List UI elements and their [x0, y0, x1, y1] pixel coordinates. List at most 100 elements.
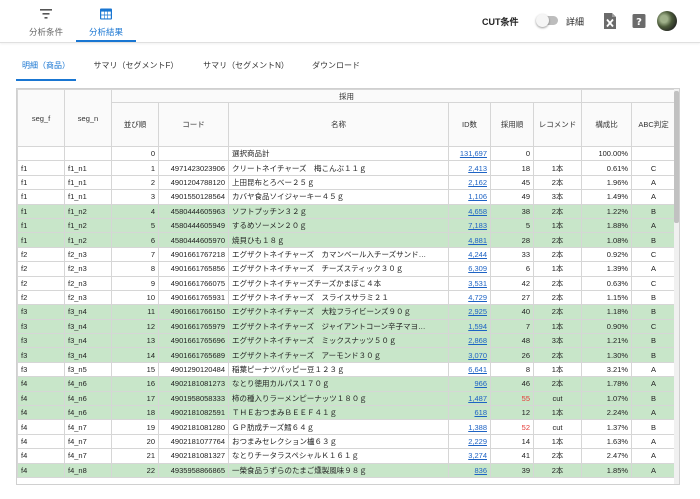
table-row[interactable]: f1 f1_n1 2 4901204788120 上田昆布とろべー２５ｇ 2,162 45 2…	[17, 174, 677, 191]
table-row[interactable]: f3 f3_n4 12 4901661765979 エグザクトネイチャーズ ジャイアント…	[17, 318, 677, 335]
cell-id-count[interactable]: 4,729	[448, 289, 491, 306]
table-row[interactable]: 0 選択商品計 131,697 0 100.00%	[17, 145, 677, 162]
table-row[interactable]: f4 f4_n8 22 4935958866865 一榮食品うずらのたまご燻製風味９８ｇ…	[17, 462, 677, 478]
cell-id-count[interactable]: 2,925	[448, 304, 491, 320]
cell-recommend: cut	[532, 419, 583, 435]
cell-id-count[interactable]: 3,531	[448, 275, 491, 291]
help-icon[interactable]: ?	[632, 12, 646, 30]
col-header-seg-f[interactable]: seg_f	[17, 89, 65, 147]
cell-order: 5	[111, 217, 159, 234]
cell-abc: C	[631, 246, 677, 263]
cell-ratio: 3.21%	[581, 361, 633, 378]
cell-name: ＴＨＥおつまみＢＥＥＦ４１ｇ	[228, 405, 449, 421]
cell-order: 20	[111, 433, 159, 450]
subtab-summary-segment-f[interactable]: サマリ（セグメントF）	[86, 55, 186, 81]
cell-adoption-rank: 0	[490, 145, 534, 162]
cell-seg-f: f1	[17, 189, 65, 205]
table-row[interactable]: f4 f4_n6 17 4901958058333 柿の種入りラーメンピーナッツ１８０ｇ…	[17, 390, 677, 407]
table-row[interactable]: f4 f4_n7 19 4902181081280 ＧＰ肪成チーズ鱈６４ｇ 1,388 52…	[17, 419, 677, 435]
col-header-recommend[interactable]: レコメンド	[532, 102, 583, 147]
cell-recommend: 2本	[532, 174, 583, 191]
col-header-order[interactable]: 並び順	[111, 102, 159, 147]
cell-abc: B	[631, 289, 677, 306]
cell-ratio: 0.61%	[581, 160, 633, 176]
col-header-id-count[interactable]: ID数	[448, 102, 491, 147]
cell-name: なとりチータラスペシャルＫ１６１ｇ	[228, 448, 449, 464]
cell-name: クリートネイチャーズ 梅こんぶ１１ｇ	[228, 160, 449, 176]
cell-id-count[interactable]: 618	[448, 405, 491, 421]
cell-id-count[interactable]: 6,309	[448, 261, 491, 277]
table-row[interactable]: f2 f2_n3 10 4901661765931 エグザクトネイチャーズ スライスサラ…	[17, 289, 677, 306]
table-row[interactable]: f2 f2_n3 7 4901661767218 エグザクトネイチャーズ カマンベール入…	[17, 246, 677, 263]
cell-code: 4902181081280	[158, 419, 229, 435]
table-row[interactable]: f1 f1_n1 3 4901550128564 カバヤ食品ソイジャーキー４５ｇ 1,10…	[17, 189, 677, 205]
cell-ratio: 1.21%	[581, 333, 633, 349]
col-header-ratio[interactable]: 構成比	[581, 102, 633, 147]
cell-id-count[interactable]: 1,106	[448, 189, 491, 205]
col-header-seg-n[interactable]: seg_n	[64, 89, 112, 147]
cell-order: 12	[111, 318, 159, 335]
cell-id-count[interactable]: 2,868	[448, 333, 491, 349]
cell-seg-n: f1_n1	[64, 160, 112, 176]
subtab-download[interactable]: ダウンロード	[306, 55, 366, 81]
cell-ratio: 1.22%	[581, 203, 633, 219]
cell-id-count[interactable]: 1,487	[448, 390, 491, 407]
table-row[interactable]: f2 f2_n3 8 4901661765856 エグザクトネイチャーズ チーズスティッ…	[17, 261, 677, 277]
nav-tab-conditions[interactable]: 分析条件	[16, 0, 76, 42]
cell-id-count[interactable]: 6,641	[448, 361, 491, 378]
col-header-code[interactable]: コード	[158, 102, 229, 147]
cell-id-count[interactable]: 2,162	[448, 174, 491, 191]
cell-code: 4902181077764	[158, 433, 229, 450]
table-row[interactable]: f4 f4_n7 20 4902181077764 おつまみセレクション櫨６３ｇ 2,22…	[17, 433, 677, 450]
cell-id-count[interactable]: 131,697	[448, 145, 491, 162]
cell-order: 9	[111, 275, 159, 291]
col-header-abc[interactable]: ABC判定	[631, 102, 677, 147]
table-row[interactable]: f4 f4_n7 21 4902181081327 なとりチータラスペシャルＫ１６１ｇ 3…	[17, 448, 677, 464]
table-row[interactable]: f1 f1_n2 6 4580444605970 焼貝ひも１８ｇ 4,881 28 2本 1.0…	[17, 232, 677, 248]
cell-seg-f: f2	[17, 261, 65, 277]
cell-id-count[interactable]: 836	[448, 462, 491, 478]
vertical-scrollbar[interactable]	[674, 89, 679, 484]
cell-id-count[interactable]: 7,183	[448, 217, 491, 234]
cell-seg-n: f4_n8	[64, 462, 112, 478]
table-row[interactable]: f3 f3_n4 14 4901661765689 エグザクトネイチャーズ アーモンド３…	[17, 347, 677, 363]
cell-id-count[interactable]: 2,413	[448, 160, 491, 176]
cell-order: 21	[111, 448, 159, 464]
subtab-detail-products[interactable]: 明細（商品）	[16, 55, 76, 81]
table-row[interactable]: f4 f4_n6 18 4902181082591 ＴＨＥおつまみＢＥＥＦ４１ｇ 618 1…	[17, 405, 677, 421]
col-header-adoption-rank[interactable]: 採用順	[490, 102, 534, 147]
table-row[interactable]: f3 f3_n5 15 4901290120484 稲葉ピーナツパッピー豆１２３ｇ 6,6…	[17, 361, 677, 378]
table-row[interactable]: f3 f3_n4 13 4901661765696 エグザクトネイチャーズ ミックスナッ…	[17, 333, 677, 349]
scrollbar-thumb[interactable]	[674, 91, 679, 223]
table-row[interactable]: f1 f1_n2 5 4580444605949 するめソーメン２０ｇ 7,183 5 1本 1…	[17, 217, 677, 234]
cell-adoption-rank: 27	[490, 289, 534, 306]
cell-id-count[interactable]: 4,244	[448, 246, 491, 263]
nav-tab-results[interactable]: 分析結果	[76, 0, 136, 42]
table-row[interactable]: f2 f2_n3 9 4901661766075 エグザクトネイチャーズチーズかまぼこ４…	[17, 275, 677, 291]
cell-id-count[interactable]: 1,388	[448, 419, 491, 435]
cell-adoption-rank: 42	[490, 275, 534, 291]
cell-id-count[interactable]: 966	[448, 376, 491, 392]
user-avatar[interactable]	[657, 11, 677, 31]
table-row[interactable]: f4 f4_n6 16 4902181081273 なとり徳用カルパス１７０ｇ 966 46…	[17, 376, 677, 392]
cell-seg-n: f4_n7	[64, 433, 112, 450]
cell-id-count[interactable]: 2,229	[448, 433, 491, 450]
cell-seg-f: f3	[17, 304, 65, 320]
cell-id-count[interactable]: 4,658	[448, 203, 491, 219]
cell-code: 4901958058333	[158, 390, 229, 407]
detail-toggle[interactable]	[536, 14, 558, 27]
excel-download-icon[interactable]	[603, 12, 617, 30]
cut-condition-label: CUT条件	[482, 17, 519, 27]
table-row[interactable]: f1 f1_n2 4 4580444605963 ソフトプッチン３２ｇ 4,658 38 2本…	[17, 203, 677, 219]
col-header-name[interactable]: 名称	[228, 102, 449, 147]
cell-id-count[interactable]: 1,594	[448, 318, 491, 335]
cell-id-count[interactable]: 3,274	[448, 448, 491, 464]
subtab-summary-segment-n[interactable]: サマリ（セグメントN）	[196, 55, 296, 81]
cell-order: 18	[111, 405, 159, 421]
cell-name: ＧＰ肪成チーズ鱈６４ｇ	[228, 419, 449, 435]
table-row[interactable]: f1 f1_n1 1 4971423023906 クリートネイチャーズ 梅こんぶ１１ｇ 2…	[17, 160, 677, 176]
cell-id-count[interactable]: 3,070	[448, 347, 491, 363]
cell-ratio: 0.92%	[581, 246, 633, 263]
table-row[interactable]: f3 f3_n4 11 4901661766150 エグザクトネイチャーズ 大粒フライビ…	[17, 304, 677, 320]
cell-id-count[interactable]: 4,881	[448, 232, 491, 248]
